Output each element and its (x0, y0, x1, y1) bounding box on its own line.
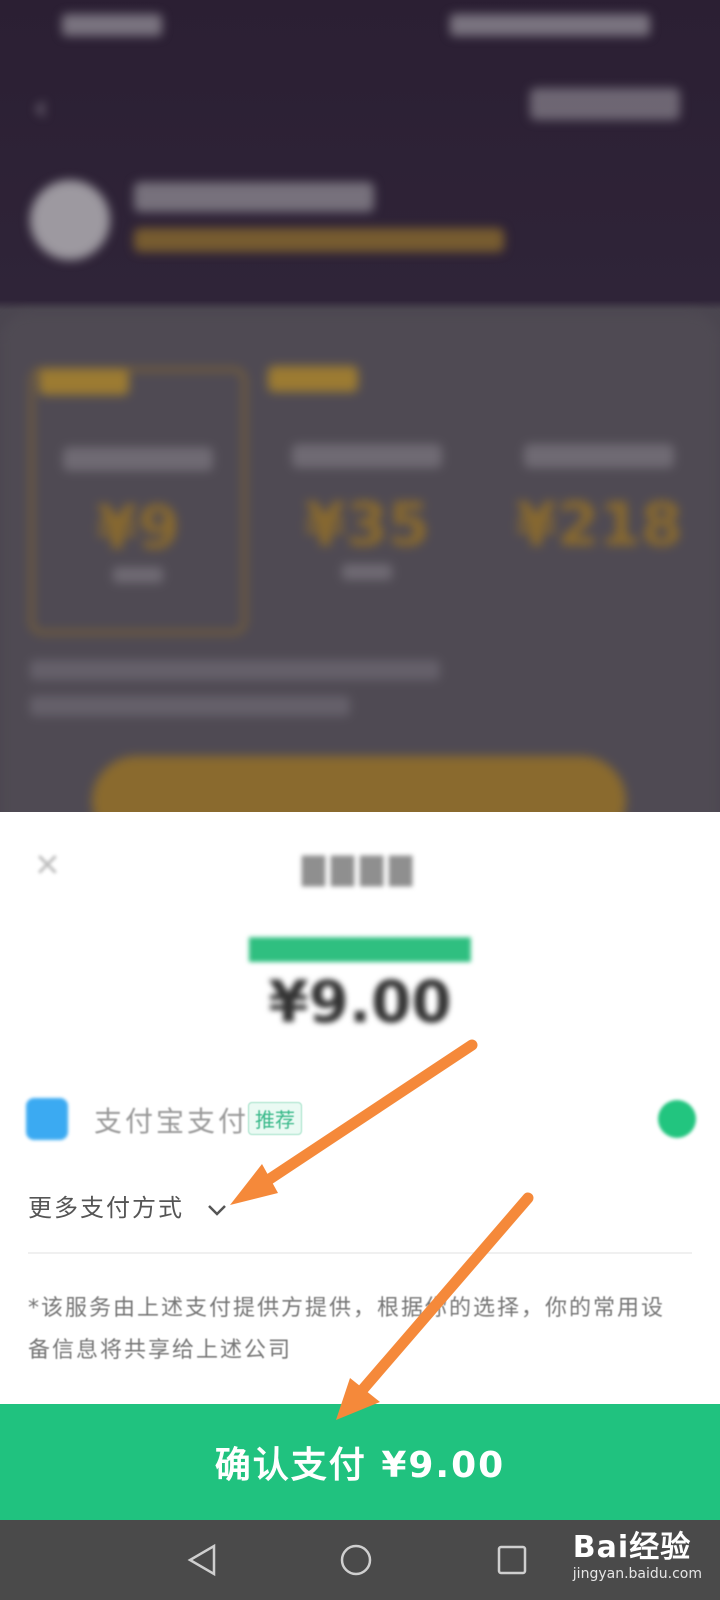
more-payment-methods-label: 更多支付方式 (28, 1194, 184, 1222)
profile-name (134, 182, 374, 212)
plan-option[interactable]: ¥35 (262, 366, 472, 628)
avatar (30, 180, 110, 260)
divider (28, 1252, 692, 1254)
profile-subtitle (134, 228, 504, 252)
payment-countdown: ▇▇▇▇▇▇▇▇▇▇▇▇ (249, 934, 471, 962)
system-indicators (450, 14, 650, 36)
nav-home-icon[interactable] (338, 1542, 374, 1582)
plan-tag (39, 369, 129, 395)
disclaimer-text: *该服务由上述支付提供方提供，根据你的选择，你的常用设备信息将共享给上述公司 (28, 1296, 666, 1363)
confirm-payment-label: 确认支付 ¥9.00 (214, 1445, 506, 1486)
more-payment-methods[interactable]: 更多支付方式 (28, 1188, 227, 1228)
plan-name (63, 447, 213, 471)
status-bar (0, 0, 720, 50)
plan-price: ¥35 (304, 490, 430, 560)
plan-option[interactable]: ¥9 (30, 368, 246, 634)
nav-back-icon[interactable] (184, 1542, 220, 1582)
plan-unit (113, 567, 163, 583)
plan-name (292, 444, 442, 468)
plan-price: ¥9 (96, 493, 180, 563)
top-right-link[interactable] (530, 88, 680, 120)
payment-amount: ¥9.00 (268, 968, 452, 1036)
signal-indicators (62, 14, 162, 36)
recommend-badge: 推荐 (248, 1102, 302, 1135)
payment-method-alipay[interactable]: 支付宝支付 推荐 (26, 1096, 696, 1140)
back-arrow-icon[interactable]: ‹ (34, 88, 48, 128)
plan-note (30, 660, 440, 680)
watermark-brand: Bai经验 (572, 1530, 692, 1565)
plan-option[interactable]: ¥218 (494, 368, 704, 628)
plan-note-link[interactable] (30, 696, 350, 716)
payment-method-label: 支付宝支付 (94, 1105, 250, 1138)
nav-recent-apps-icon[interactable] (496, 1544, 528, 1580)
selected-radio-icon[interactable] (658, 1100, 696, 1138)
payment-sheet: ✕ ▇▇▇▇ ▇▇▇▇▇▇▇▇▇▇▇▇ ¥9.00 支付宝支付 推荐 更多支付方… (0, 812, 720, 1492)
watermark-url: jingyan.baidu.com (572, 1566, 702, 1582)
baidu-jingyan-watermark: Bai经验 jingyan.baidu.com (573, 1522, 702, 1582)
alipay-icon (26, 1098, 68, 1140)
sheet-title: ▇▇▇▇ (301, 852, 419, 887)
plan-tag (268, 366, 358, 392)
confirm-payment-button[interactable]: 确认支付 ¥9.00 (0, 1404, 720, 1520)
chevron-down-icon (207, 1202, 227, 1221)
plan-unit (342, 564, 392, 580)
plan-price: ¥218 (515, 490, 683, 560)
plan-name (524, 444, 674, 468)
